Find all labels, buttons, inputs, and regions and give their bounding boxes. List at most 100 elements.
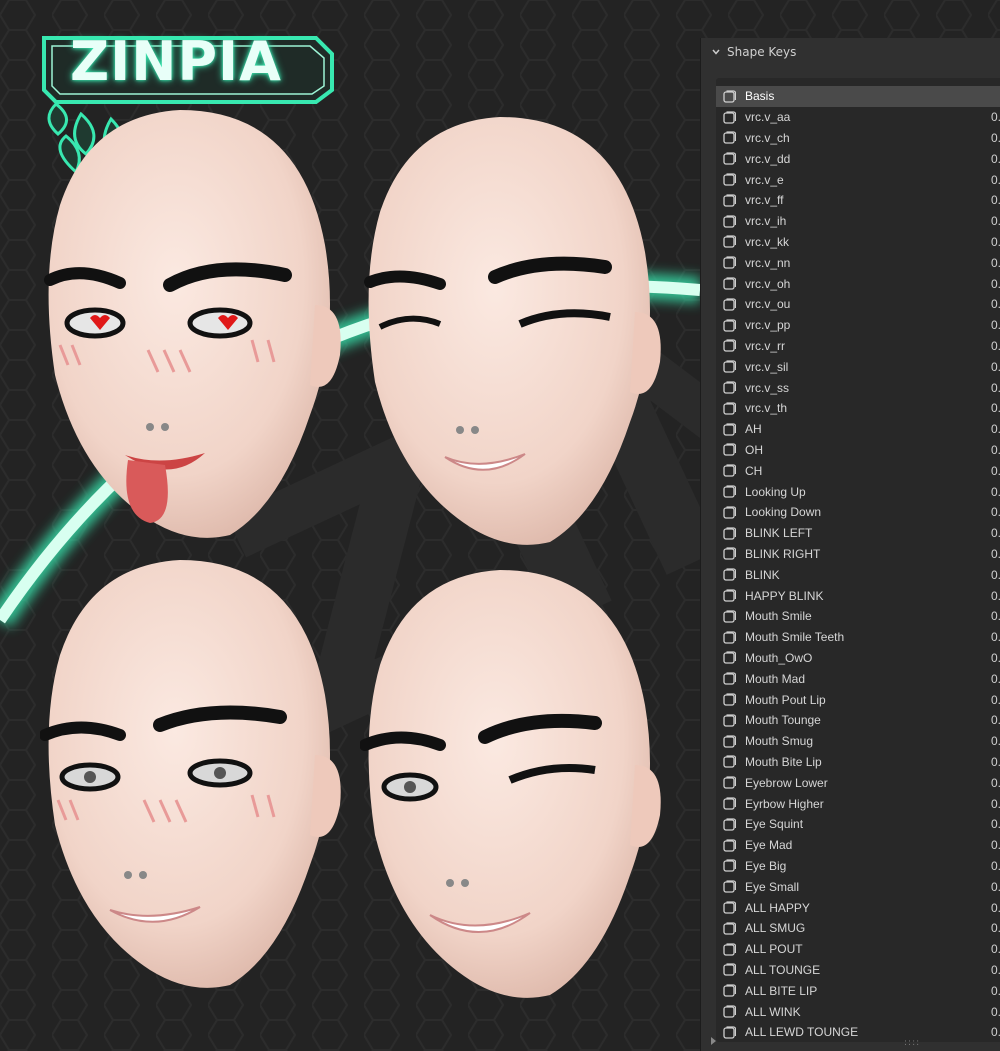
shape-key-row[interactable]: ALL BITE LIP 0. (716, 980, 1000, 1001)
shape-key-value[interactable]: 0. (991, 360, 1000, 374)
shape-key-row[interactable]: vrc.v_rr 0. (716, 336, 1000, 357)
shape-key-value[interactable]: 0. (991, 485, 1000, 499)
shape-key-row[interactable]: Mouth Smile 0. (716, 606, 1000, 627)
shape-key-value[interactable]: 0. (991, 589, 1000, 603)
shape-key-value[interactable]: 0. (991, 422, 1000, 436)
shape-key-row[interactable]: Eye Big 0. (716, 856, 1000, 877)
shape-key-value[interactable]: 0. (991, 277, 1000, 291)
shape-key-row[interactable]: BLINK 0. (716, 564, 1000, 585)
shape-key-icon (723, 568, 736, 581)
shape-key-row[interactable]: vrc.v_ou 0. (716, 294, 1000, 315)
shape-key-row[interactable]: Looking Down 0. (716, 502, 1000, 523)
shape-key-row[interactable]: ALL LEWD TOUNGE 0. (716, 1022, 1000, 1043)
shape-key-value[interactable]: 0. (991, 942, 1000, 956)
shape-key-value[interactable]: 0. (991, 152, 1000, 166)
shape-key-row[interactable]: Mouth Pout Lip 0. (716, 689, 1000, 710)
shape-key-row[interactable]: Mouth_OwO 0. (716, 648, 1000, 669)
shape-key-list[interactable]: Basisvrc.v_aa0.vrc.v_ch0.vrc.v_dd0.vrc.v… (716, 78, 1000, 1042)
shape-key-row[interactable]: HAPPY BLINK 0. (716, 585, 1000, 606)
shape-key-value[interactable]: 0. (991, 568, 1000, 582)
shape-key-row[interactable]: vrc.v_aa 0. (716, 107, 1000, 128)
shape-key-row[interactable]: AH 0. (716, 419, 1000, 440)
chevron-down-icon[interactable] (711, 47, 721, 57)
shape-key-value[interactable]: 0. (991, 776, 1000, 790)
shape-key-value[interactable]: 0. (991, 318, 1000, 332)
shape-key-row[interactable]: vrc.v_e 0. (716, 169, 1000, 190)
shape-key-value[interactable]: 0. (991, 256, 1000, 270)
shape-key-row[interactable]: vrc.v_ff 0. (716, 190, 1000, 211)
shape-key-name: AH (745, 422, 762, 437)
shape-key-row[interactable]: Eyrbow Higher 0. (716, 793, 1000, 814)
shape-key-value[interactable]: 0. (991, 1005, 1000, 1019)
shape-key-row[interactable]: Eye Squint 0. (716, 814, 1000, 835)
shape-key-row[interactable]: Mouth Mad 0. (716, 668, 1000, 689)
shape-key-value[interactable]: 0. (991, 921, 1000, 935)
shape-key-value[interactable]: 0. (991, 713, 1000, 727)
shape-key-row[interactable]: vrc.v_th 0. (716, 398, 1000, 419)
resize-grip[interactable]: :::: (904, 1038, 920, 1048)
shape-key-row[interactable]: ALL SMUG 0. (716, 918, 1000, 939)
shape-key-row[interactable]: vrc.v_kk 0. (716, 232, 1000, 253)
shape-key-row[interactable]: Eyebrow Lower 0. (716, 772, 1000, 793)
shape-key-row[interactable]: BLINK RIGHT 0. (716, 544, 1000, 565)
shape-key-row[interactable]: BLINK LEFT 0. (716, 523, 1000, 544)
shape-key-value[interactable]: 0. (991, 526, 1000, 540)
shape-key-value[interactable]: 0. (991, 173, 1000, 187)
shape-key-row[interactable]: ALL TOUNGE 0. (716, 960, 1000, 981)
shape-key-value[interactable]: 0. (991, 755, 1000, 769)
shape-key-value[interactable]: 0. (991, 235, 1000, 249)
shape-key-row[interactable]: ALL POUT 0. (716, 939, 1000, 960)
shape-key-row[interactable]: ALL WINK 0. (716, 1001, 1000, 1022)
shape-key-value[interactable]: 0. (991, 963, 1000, 977)
shape-key-row[interactable]: Basis (716, 86, 1000, 107)
shape-key-value[interactable]: 0. (991, 693, 1000, 707)
shape-key-row[interactable]: vrc.v_sil 0. (716, 356, 1000, 377)
shape-key-value[interactable]: 0. (991, 110, 1000, 124)
face-render-tongue (44, 110, 341, 538)
shape-key-row[interactable]: OH 0. (716, 440, 1000, 461)
shape-keys-header[interactable]: Shape Keys (701, 38, 1000, 66)
shape-key-row[interactable]: Mouth Tounge 0. (716, 710, 1000, 731)
shape-key-row[interactable]: vrc.v_dd 0. (716, 148, 1000, 169)
shape-key-value[interactable]: 0. (991, 797, 1000, 811)
shape-key-value[interactable]: 0. (991, 984, 1000, 998)
shape-key-value[interactable]: 0. (991, 880, 1000, 894)
shape-key-row[interactable]: Eye Mad 0. (716, 835, 1000, 856)
shape-key-row[interactable]: vrc.v_ih 0. (716, 211, 1000, 232)
shape-key-value[interactable]: 0. (991, 1025, 1000, 1039)
shape-key-value[interactable]: 0. (991, 901, 1000, 915)
shape-key-row[interactable]: vrc.v_oh 0. (716, 273, 1000, 294)
shape-key-row[interactable]: Mouth Smug 0. (716, 731, 1000, 752)
shape-key-value[interactable]: 0. (991, 443, 1000, 457)
shape-key-value[interactable]: 0. (991, 630, 1000, 644)
shape-key-row[interactable]: vrc.v_nn 0. (716, 252, 1000, 273)
shape-key-value[interactable]: 0. (991, 817, 1000, 831)
shape-key-value[interactable]: 0. (991, 672, 1000, 686)
shape-key-value[interactable]: 0. (991, 214, 1000, 228)
shape-key-value[interactable]: 0. (991, 131, 1000, 145)
shape-key-value[interactable]: 0. (991, 609, 1000, 623)
shape-key-value[interactable]: 0. (991, 339, 1000, 353)
shape-key-value[interactable]: 0. (991, 401, 1000, 415)
shape-key-row[interactable]: ALL HAPPY 0. (716, 897, 1000, 918)
shape-key-row[interactable]: Mouth Smile Teeth 0. (716, 627, 1000, 648)
shape-key-value[interactable]: 0. (991, 838, 1000, 852)
shape-key-row[interactable]: vrc.v_ss 0. (716, 377, 1000, 398)
shape-key-value[interactable]: 0. (991, 505, 1000, 519)
shape-key-row[interactable]: CH 0. (716, 460, 1000, 481)
shape-key-row[interactable]: Looking Up 0. (716, 481, 1000, 502)
shape-key-row[interactable]: Mouth Bite Lip 0. (716, 752, 1000, 773)
shape-key-value[interactable]: 0. (991, 464, 1000, 478)
shape-key-row[interactable]: vrc.v_pp 0. (716, 315, 1000, 336)
shape-key-value[interactable]: 0. (991, 734, 1000, 748)
shape-key-row[interactable]: Eye Small 0. (716, 876, 1000, 897)
shape-key-value[interactable]: 0. (991, 547, 1000, 561)
shape-key-icon (723, 256, 736, 269)
shape-key-value[interactable]: 0. (991, 193, 1000, 207)
shape-key-value[interactable]: 0. (991, 297, 1000, 311)
shape-key-value[interactable]: 0. (991, 381, 1000, 395)
shape-key-value[interactable]: 0. (991, 651, 1000, 665)
expand-triangle-icon[interactable] (711, 1037, 716, 1045)
shape-key-row[interactable]: vrc.v_ch 0. (716, 128, 1000, 149)
shape-key-value[interactable]: 0. (991, 859, 1000, 873)
